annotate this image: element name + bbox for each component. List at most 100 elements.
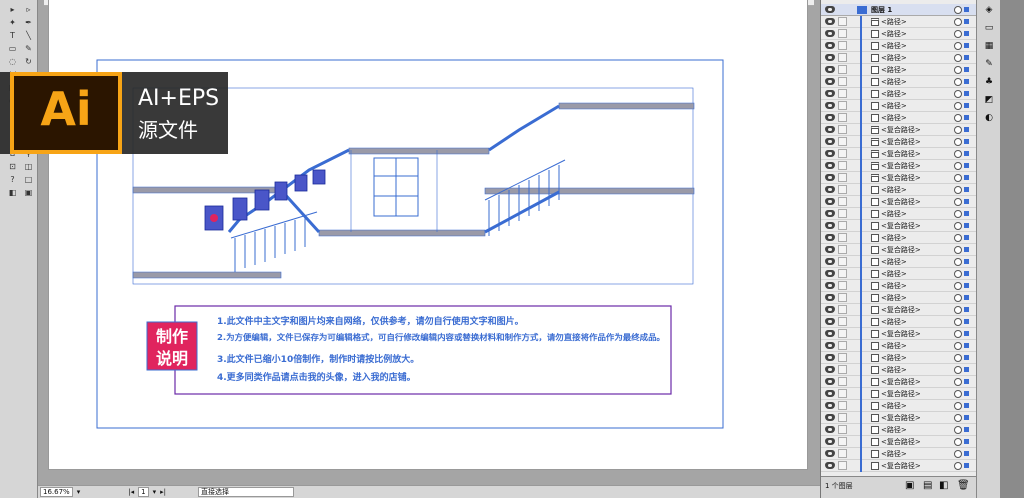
layer-name[interactable]: 图层 1 xyxy=(871,5,892,15)
layer-item-name[interactable]: <复合路径> xyxy=(881,221,921,231)
visibility-eye-icon[interactable] xyxy=(825,42,835,49)
floor-slab-top-right[interactable] xyxy=(558,102,695,110)
lock-toggle[interactable] xyxy=(838,161,847,170)
fill-swatch-icon[interactable]: □ xyxy=(22,174,35,185)
lock-toggle[interactable] xyxy=(838,185,847,194)
pencil-tool-icon[interactable]: ✎ xyxy=(22,43,35,54)
line-tool-icon[interactable]: ╲ xyxy=(22,30,35,41)
slice-tool-icon[interactable]: ⊡ xyxy=(6,161,19,172)
lock-toggle[interactable] xyxy=(838,113,847,122)
target-circle-icon[interactable] xyxy=(954,222,962,230)
lock-toggle[interactable] xyxy=(838,149,847,158)
lock-toggle[interactable] xyxy=(838,293,847,302)
artboard[interactable]: 制作 说明 1.此文件中主文字和图片均来自网络，仅供参考，请勿自行使用文字和图片… xyxy=(48,0,808,470)
layer-row[interactable]: <路径> xyxy=(821,340,977,352)
layer-item-name[interactable]: <路径> xyxy=(881,17,907,27)
visibility-eye-icon[interactable] xyxy=(825,342,835,349)
visibility-eye-icon[interactable] xyxy=(825,246,835,253)
lock-toggle[interactable] xyxy=(838,101,847,110)
layer-item-name[interactable]: <复合路径> xyxy=(881,173,921,183)
layer-row[interactable]: <复合路径> xyxy=(821,196,977,208)
seats[interactable] xyxy=(204,169,326,231)
target-circle-icon[interactable] xyxy=(954,234,962,242)
visibility-eye-icon[interactable] xyxy=(825,114,835,121)
layer-item-name[interactable]: <路径> xyxy=(881,257,907,267)
lock-toggle[interactable] xyxy=(838,329,847,338)
layer-row[interactable]: <路径> xyxy=(821,112,977,124)
visibility-eye-icon[interactable] xyxy=(825,138,835,145)
lock-toggle[interactable] xyxy=(838,389,847,398)
layer-item-name[interactable]: <路径> xyxy=(881,101,907,111)
ramp-right[interactable] xyxy=(484,190,560,234)
target-circle-icon[interactable] xyxy=(954,246,962,254)
visibility-eye-icon[interactable] xyxy=(825,270,835,277)
visibility-eye-icon[interactable] xyxy=(825,462,835,469)
layer-row[interactable]: <路径> xyxy=(821,352,977,364)
target-circle-icon[interactable] xyxy=(954,354,962,362)
layer-item-name[interactable]: <复合路径> xyxy=(881,197,921,207)
visibility-eye-icon[interactable] xyxy=(825,378,835,385)
layer-item-name[interactable]: <路径> xyxy=(881,53,907,63)
layer-row[interactable]: <路径> xyxy=(821,292,977,304)
visibility-eye-icon[interactable] xyxy=(825,414,835,421)
layer-item-name[interactable]: <复合路径> xyxy=(881,377,921,387)
layer-row[interactable]: <复合路径> xyxy=(821,304,977,316)
lock-toggle[interactable] xyxy=(838,425,847,434)
visibility-eye-icon[interactable] xyxy=(825,366,835,373)
target-circle-icon[interactable] xyxy=(954,66,962,74)
lock-toggle[interactable] xyxy=(838,89,847,98)
layer-item-name[interactable]: <路径> xyxy=(881,233,907,243)
layer-item-name[interactable]: <路径> xyxy=(881,449,907,459)
layer-row[interactable]: <复合路径> xyxy=(821,160,977,172)
visibility-eye-icon[interactable] xyxy=(825,426,835,433)
layer-row[interactable]: <路径> xyxy=(821,208,977,220)
target-circle-icon[interactable] xyxy=(954,78,962,86)
layer-item-name[interactable]: <路径> xyxy=(881,113,907,123)
target-circle-icon[interactable] xyxy=(954,414,962,422)
layer-row[interactable]: <复合路径> xyxy=(821,388,977,400)
target-circle-icon[interactable] xyxy=(954,306,962,314)
layer-row[interactable]: <路径> xyxy=(821,400,977,412)
layer-row[interactable]: <复合路径> xyxy=(821,148,977,160)
layer-item-name[interactable]: <复合路径> xyxy=(881,413,921,423)
lock-toggle[interactable] xyxy=(838,209,847,218)
visibility-eye-icon[interactable] xyxy=(825,54,835,61)
brushes-dock-icon[interactable]: ✎ xyxy=(982,58,996,70)
lock-toggle[interactable] xyxy=(838,17,847,26)
zoom-field[interactable]: 16.67% xyxy=(40,487,73,497)
layer-item-name[interactable]: <路径> xyxy=(881,317,907,327)
visibility-eye-icon[interactable] xyxy=(825,330,835,337)
floor-slab-mid-right[interactable] xyxy=(484,187,695,195)
target-circle-icon[interactable] xyxy=(954,174,962,182)
layer-item-name[interactable]: <路径> xyxy=(881,269,907,279)
graphic-styles-dock-icon[interactable]: ◩ xyxy=(982,94,996,106)
layer-item-name[interactable]: <路径> xyxy=(881,29,907,39)
symbols-dock-icon[interactable]: ♣ xyxy=(982,76,996,88)
visibility-eye-icon[interactable] xyxy=(825,354,835,361)
lock-toggle[interactable] xyxy=(838,281,847,290)
layer-item-name[interactable]: <路径> xyxy=(881,281,907,291)
visibility-eye-icon[interactable] xyxy=(825,90,835,97)
visibility-eye-icon[interactable] xyxy=(825,450,835,457)
target-circle-icon[interactable] xyxy=(954,114,962,122)
layer-item-name[interactable]: <复合路径> xyxy=(881,149,921,159)
upper-stair[interactable] xyxy=(488,104,560,152)
target-circle-icon[interactable] xyxy=(954,438,962,446)
lock-toggle[interactable] xyxy=(838,125,847,134)
visibility-eye-icon[interactable] xyxy=(825,6,835,13)
direct-selection-tool-icon[interactable]: ▹ xyxy=(22,4,35,15)
visibility-eye-icon[interactable] xyxy=(825,126,835,133)
layer-item-name[interactable]: <路径> xyxy=(881,185,907,195)
lock-toggle[interactable] xyxy=(838,77,847,86)
target-circle-icon[interactable] xyxy=(954,450,962,458)
layer-row[interactable]: <复合路径> xyxy=(821,460,977,472)
layer-item-name[interactable]: <复合路径> xyxy=(881,389,921,399)
visibility-eye-icon[interactable] xyxy=(825,222,835,229)
target-circle-icon[interactable] xyxy=(954,462,962,470)
lock-toggle[interactable] xyxy=(838,437,847,446)
window[interactable] xyxy=(373,157,419,217)
visibility-eye-icon[interactable] xyxy=(825,18,835,25)
layer-row[interactable]: <复合路径> xyxy=(821,244,977,256)
layer-row[interactable]: <路径> xyxy=(821,316,977,328)
stroke-swatch-icon[interactable]: ◧ xyxy=(6,187,19,198)
